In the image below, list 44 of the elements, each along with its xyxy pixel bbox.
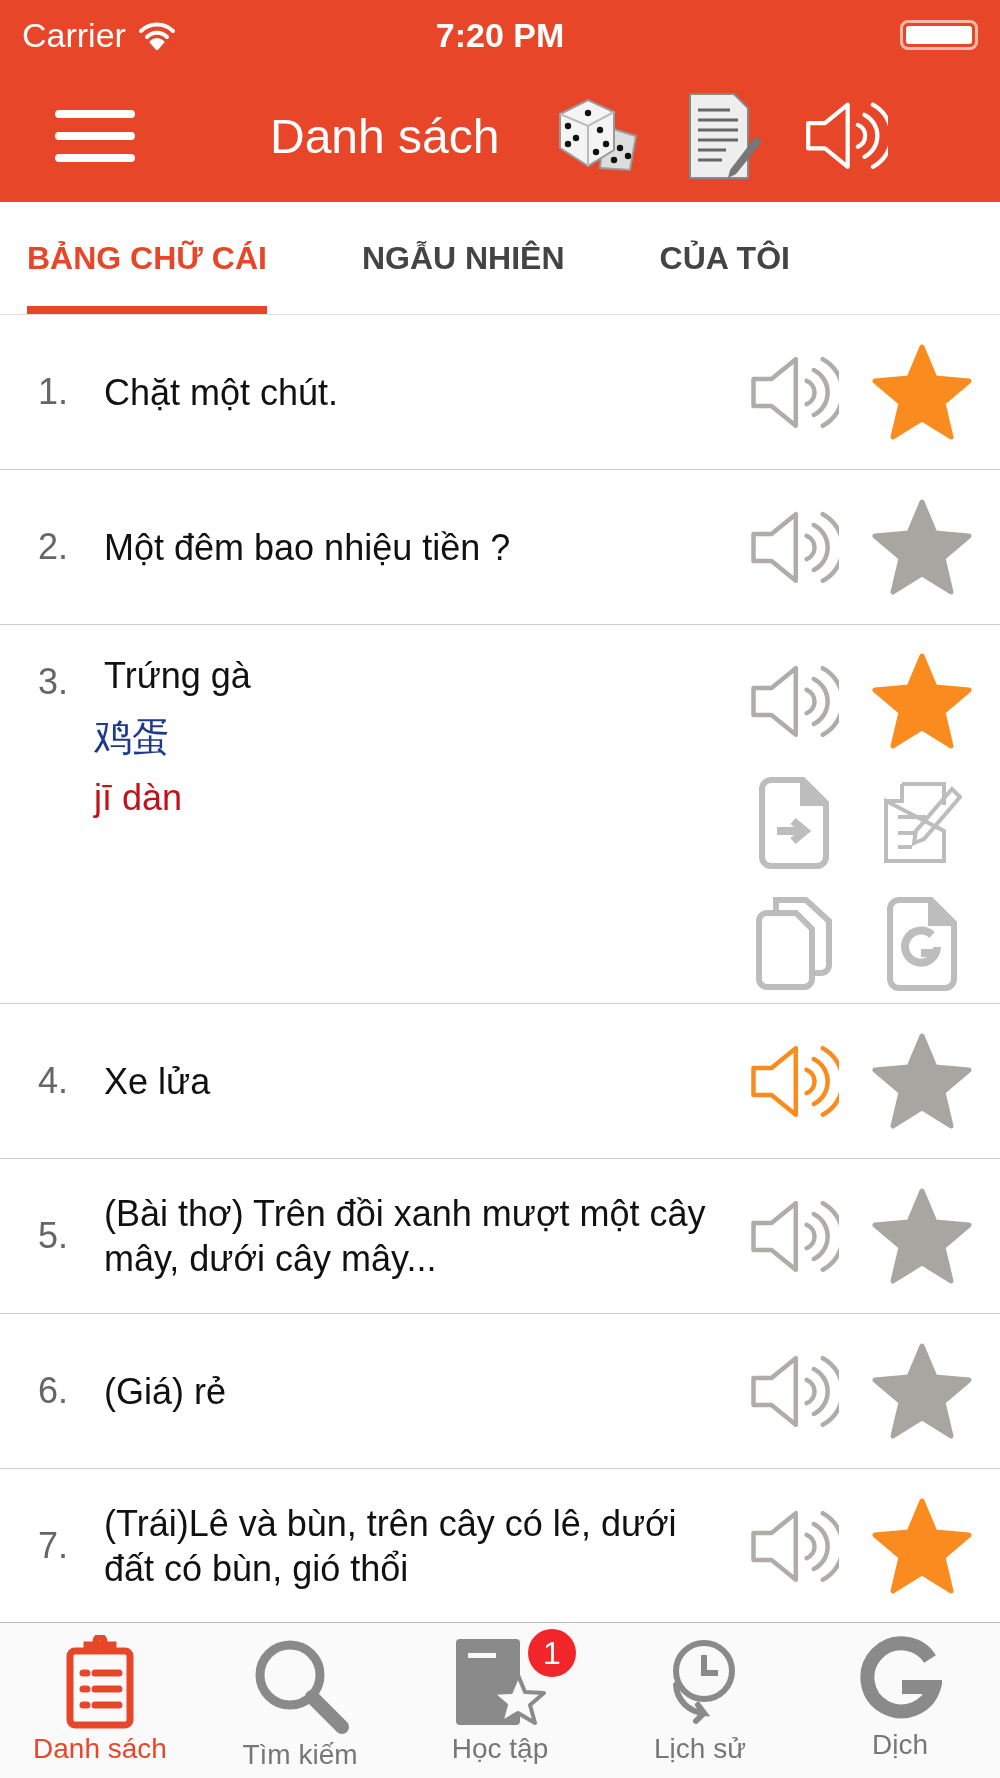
document-pencil-icon[interactable]: [686, 90, 763, 182]
phrase-text: Một đêm bao nhiệu tiền ?: [104, 525, 512, 570]
tab-bar-item[interactable]: Dịch: [800, 1623, 1000, 1778]
tab-bar-item[interactable]: Tìm kiếm: [200, 1623, 400, 1778]
star-icon[interactable]: [872, 344, 972, 440]
pinyin-text: jī dàn: [94, 777, 184, 819]
tab[interactable]: BẢNG CHỮ CÁI: [27, 202, 267, 314]
notification-badge: 1: [528, 1629, 576, 1677]
copy-icon[interactable]: [756, 897, 832, 991]
tab-bar-item[interactable]: Lịch sử: [600, 1623, 800, 1778]
google-document-icon[interactable]: [887, 897, 957, 991]
phrase-text: Trứng gà: [104, 654, 252, 698]
tab[interactable]: NGẪU NHIÊN: [361, 202, 565, 314]
clipboard-list-icon: [65, 1635, 135, 1729]
star-icon[interactable]: [872, 1188, 972, 1284]
star-icon[interactable]: [872, 1498, 972, 1594]
phrase-text: (Giá) rẻ: [104, 1369, 227, 1414]
tab-bar-item[interactable]: 1 Học tập: [400, 1623, 600, 1778]
note-edit-icon[interactable]: [882, 781, 962, 865]
tab[interactable]: CỦA TÔI: [659, 202, 790, 314]
phrase-text: Chặt một chút.: [104, 370, 340, 415]
tab-bar-item[interactable]: Danh sách: [0, 1623, 200, 1778]
item-number: 5.: [38, 1215, 70, 1257]
item-number: 7.: [38, 1525, 70, 1567]
star-icon[interactable]: [872, 1343, 972, 1439]
item-number: 1.: [38, 371, 70, 413]
status-time: 7:20 PM: [435, 15, 565, 55]
item-number: 2.: [38, 526, 70, 568]
phrase-text: (Bài thơ) Trên đồi xanh mượt một cây mây, dưới cây mây...: [104, 1192, 707, 1281]
star-icon[interactable]: [872, 653, 972, 749]
item-number: 4.: [38, 1060, 70, 1102]
chinese-text: 鸡蛋: [94, 715, 171, 760]
item-number: 6.: [38, 1370, 70, 1412]
menu-icon[interactable]: [55, 109, 135, 163]
item-number: 3.: [38, 660, 70, 703]
wifi-icon: [137, 20, 176, 50]
star-icon[interactable]: [872, 1033, 972, 1129]
battery-icon: [900, 20, 978, 50]
phrase-text: Xe lửa: [104, 1059, 212, 1104]
phrase-text: (Trái)Lê và bùn, trên cây có lê, dưới đất có bùn, gió thổi: [104, 1502, 678, 1591]
file-arrow-icon[interactable]: [759, 777, 829, 869]
header-title: Danh sách: [270, 108, 500, 164]
carrier-label: Carrier: [22, 15, 126, 55]
star-icon[interactable]: [872, 499, 972, 595]
